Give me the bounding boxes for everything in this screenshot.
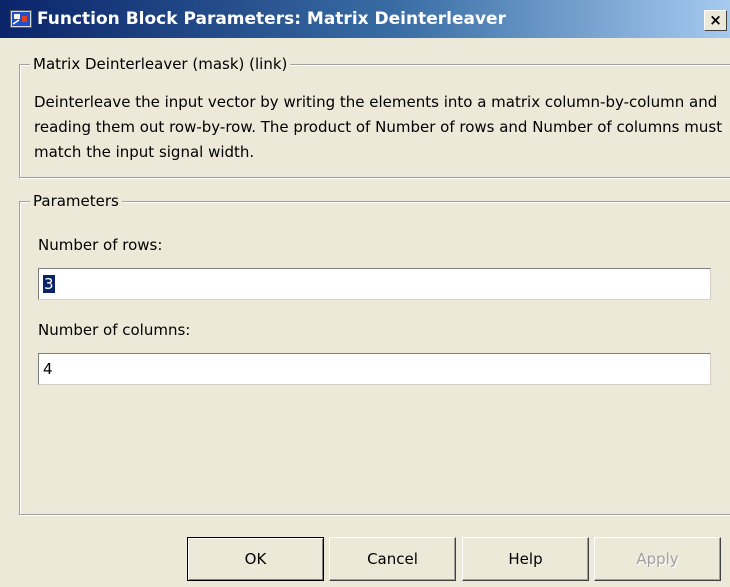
description-legend: Matrix Deinterleaver (mask) (link) [30, 54, 291, 74]
ok-button[interactable]: OK [187, 537, 324, 581]
rows-value: 3 [43, 275, 55, 293]
columns-value: 4 [43, 360, 53, 378]
help-button[interactable]: Help [462, 537, 589, 581]
apply-button[interactable]: Apply [594, 537, 721, 581]
description-group: Matrix Deinterleaver (mask) (link) Deint… [19, 54, 730, 178]
parameters-group: Parameters Number of rows: 3 Number of c… [19, 191, 730, 515]
columns-input[interactable]: 4 [38, 353, 711, 385]
description-text: Deinterleave the input vector by writing… [34, 93, 723, 161]
window-title: Function Block Parameters: Matrix Deinte… [37, 9, 506, 29]
simulink-block-icon[interactable] [10, 10, 32, 28]
columns-label: Number of columns: [38, 321, 191, 339]
rows-input[interactable]: 3 [38, 268, 711, 300]
title-bar[interactable]: Function Block Parameters: Matrix Deinte… [0, 0, 730, 38]
close-button[interactable]: × [704, 10, 727, 31]
cancel-button[interactable]: Cancel [329, 537, 456, 581]
close-icon: × [709, 11, 722, 29]
rows-label: Number of rows: [38, 236, 163, 254]
parameters-legend: Parameters [30, 191, 122, 211]
